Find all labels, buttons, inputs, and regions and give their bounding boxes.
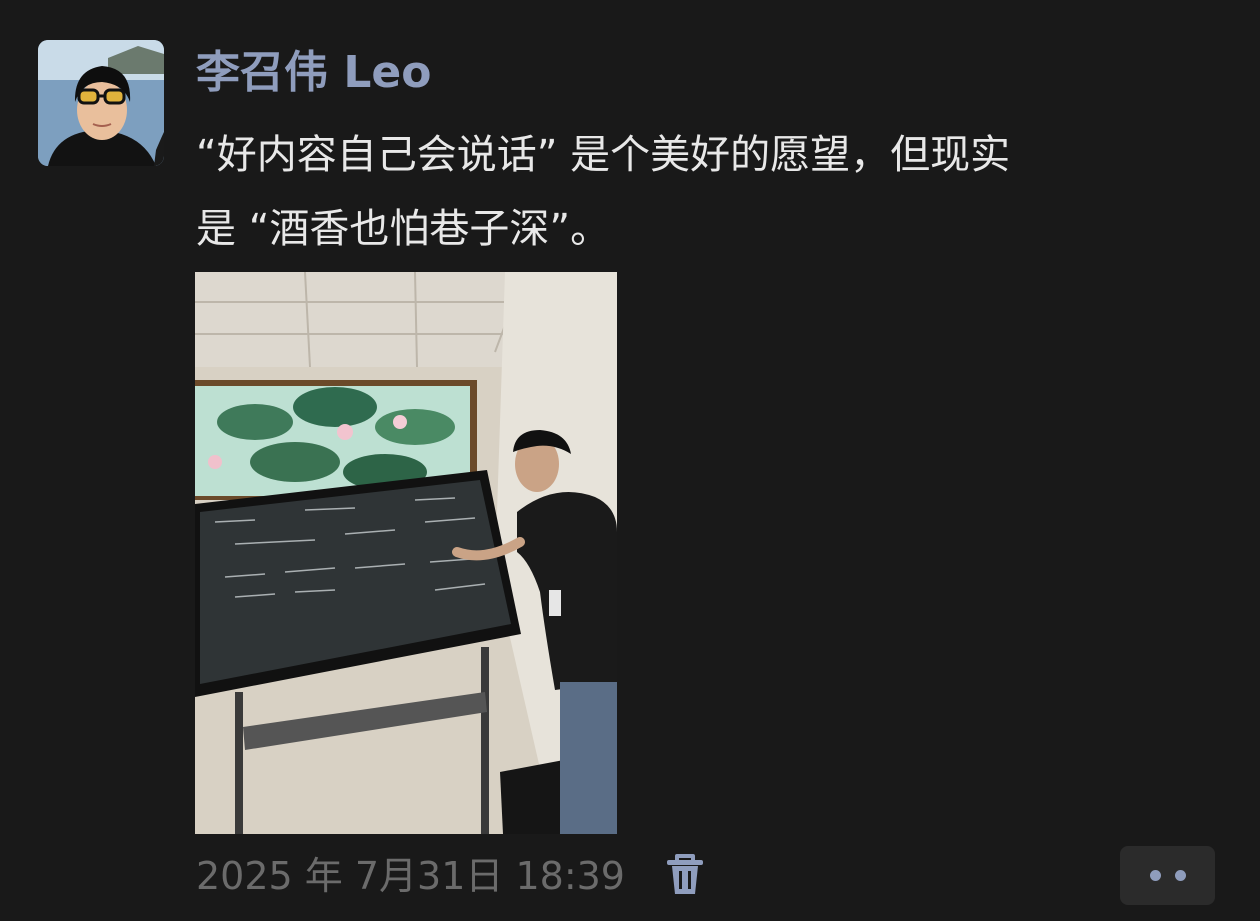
author-avatar[interactable]	[38, 40, 164, 166]
ellipsis-icon	[1149, 870, 1161, 881]
post-text-line: “好内容自己会说话” 是个美好的愿望，但现实	[196, 132, 1011, 178]
more-actions-button[interactable]	[1120, 846, 1215, 905]
post-text: “好内容自己会说话” 是个美好的愿望，但现实 是 “酒香也怕巷子深”。	[196, 118, 1226, 266]
trash-icon	[667, 854, 703, 894]
ellipsis-icon	[1174, 870, 1186, 881]
author-name[interactable]: 李召伟 Leo	[196, 44, 431, 102]
post-timestamp: 2025 年 7月31日 18:39	[196, 854, 625, 898]
post-photo[interactable]	[195, 272, 617, 834]
post-text-line: 是 “酒香也怕巷子深”。	[196, 206, 611, 252]
delete-button[interactable]	[664, 852, 706, 898]
